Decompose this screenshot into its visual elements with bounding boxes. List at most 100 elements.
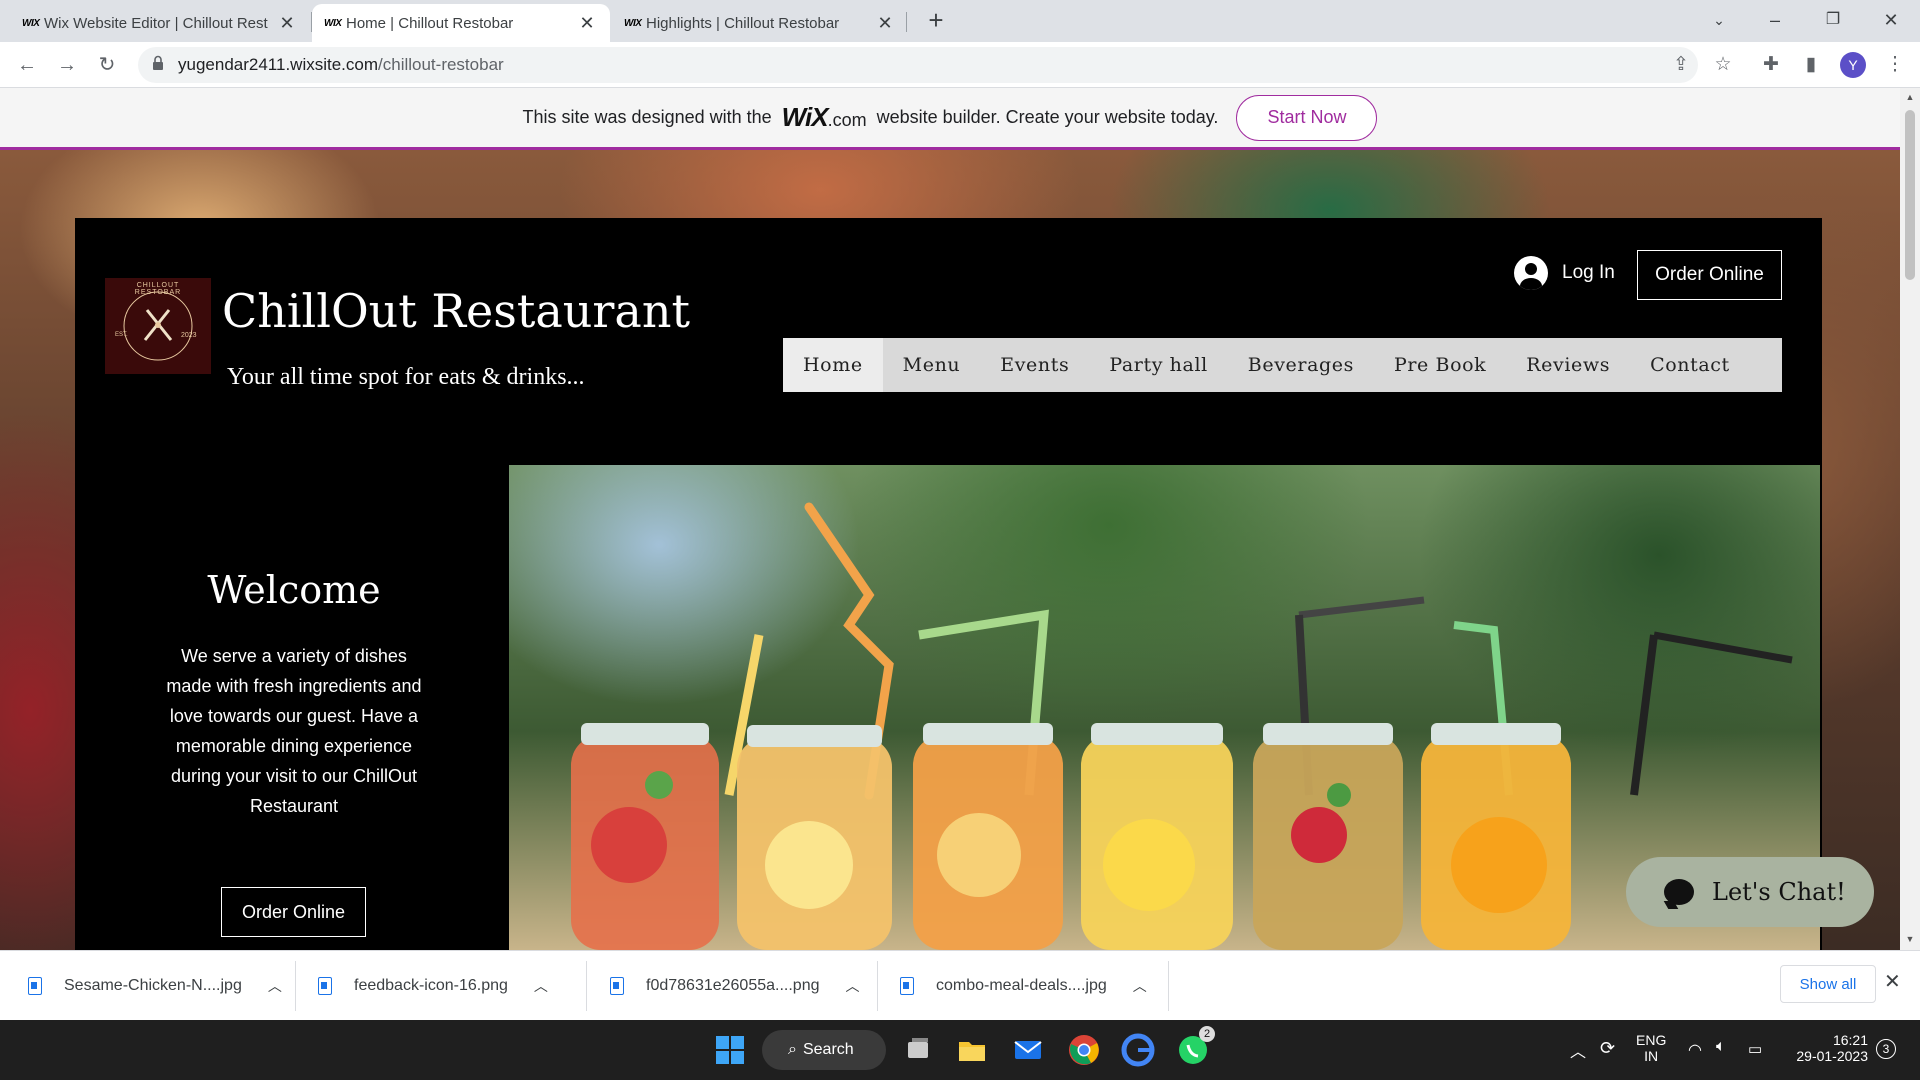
notification-count-badge[interactable]: 3 (1876, 1039, 1896, 1059)
restore-button[interactable]: ❐ (1804, 0, 1862, 42)
wix-ad-banner: This site was designed with the WiX.com … (0, 88, 1900, 150)
tab-highlights[interactable]: WIX Highlights | Chillout Restobar ✕ (612, 4, 908, 42)
nav-item-party-hall[interactable]: Party hall (1089, 338, 1227, 392)
download-item[interactable]: feedback-icon-16.png ︿ (318, 951, 548, 1021)
hero-drinks-image (509, 465, 1820, 950)
sync-icon[interactable]: ⟳ (1600, 1038, 1615, 1059)
wix-dotcom: .com (827, 110, 867, 130)
back-button[interactable]: ← (12, 50, 42, 80)
site-tagline: Your all time spot for eats & drinks... (227, 364, 585, 390)
order-online-header-button[interactable]: Order Online (1637, 250, 1782, 300)
region-code: IN (1644, 1048, 1659, 1064)
chat-bubble-icon (1664, 879, 1694, 905)
scroll-down-arrow-icon[interactable]: ▼ (1900, 934, 1920, 944)
chrome-icon[interactable] (1066, 1032, 1102, 1068)
tab-home[interactable]: WIX Home | Chillout Restobar ✕ (312, 4, 610, 42)
close-window-button[interactable]: ✕ (1862, 0, 1920, 42)
windows-taskbar: ⌕ Search 2 ︿ ⟳ ENG IN ◠ 🔈︎ ▭ 16:21 29-01… (0, 1020, 1920, 1080)
file-explorer-icon[interactable] (954, 1032, 990, 1068)
whatsapp-icon[interactable]: 2 (1175, 1026, 1215, 1068)
nav-item-contact[interactable]: Contact (1630, 338, 1750, 392)
close-tab-icon[interactable]: ✕ (276, 13, 298, 34)
profile-avatar[interactable]: Y (1840, 52, 1866, 78)
tab-title: Highlights | Chillout Restobar (646, 14, 840, 32)
logo-year: 2023 (181, 332, 197, 339)
volume-icon[interactable]: 🔈︎ (1716, 1038, 1726, 1056)
windows-start-icon[interactable] (712, 1032, 748, 1068)
minimize-button[interactable]: – (1746, 0, 1804, 42)
forward-button[interactable]: → (52, 50, 82, 80)
address-toolbar: ← → ↻ yugendar2411.wixsite.com/chillout-… (0, 42, 1920, 88)
wifi-icon[interactable]: ◠ (1688, 1040, 1702, 1060)
nav-item-home[interactable]: Home (783, 338, 883, 392)
restaurant-logo[interactable]: CHILLOUT RESTOBAR EST. 2023 (105, 278, 211, 374)
nav-item-pre-book[interactable]: Pre Book (1374, 338, 1506, 392)
banner-text-before: This site was designed with the (522, 107, 772, 127)
chevron-up-icon[interactable]: ︿ (534, 976, 548, 996)
site-title[interactable]: ChillOut Restaurant (222, 284, 690, 338)
mail-icon[interactable] (1010, 1032, 1046, 1068)
language-code: ENG (1636, 1032, 1667, 1048)
language-indicator[interactable]: ENG IN (1636, 1032, 1666, 1064)
chevron-up-icon[interactable]: ︿ (1133, 976, 1147, 996)
show-hidden-icons-chevron[interactable]: ︿ (1570, 1038, 1586, 1062)
new-tab-button[interactable]: + (920, 4, 952, 36)
scrollbar-thumb[interactable] (1905, 110, 1915, 280)
wix-favicon-icon: WIX (22, 17, 40, 29)
file-icon (318, 977, 332, 995)
chevron-up-icon[interactable]: ︿ (268, 976, 282, 996)
google-app-icon[interactable] (1120, 1032, 1156, 1068)
download-item[interactable]: combo-meal-deals....jpg ︿ (900, 951, 1147, 1021)
show-all-downloads-button[interactable]: Show all (1780, 965, 1876, 1003)
bookmark-star-icon[interactable]: ☆ (1708, 50, 1738, 80)
mason-jar-drinks-illustration (571, 502, 1793, 950)
battery-icon[interactable]: ▭ (1748, 1040, 1762, 1058)
close-downloads-bar-icon[interactable]: ✕ (1884, 969, 1901, 994)
reload-button[interactable]: ↻ (92, 50, 122, 80)
login-label: Log In (1562, 262, 1615, 283)
nav-item-events[interactable]: Events (980, 338, 1089, 392)
omnibox[interactable]: yugendar2411.wixsite.com/chillout-restob… (138, 47, 1698, 83)
wix-logo: WiX.com (782, 102, 867, 133)
share-icon[interactable]: ⇪ (1666, 50, 1696, 80)
task-view-icon[interactable] (900, 1032, 936, 1068)
close-tab-icon[interactable]: ✕ (576, 13, 598, 34)
tab-separator (906, 12, 907, 32)
download-separator (877, 961, 878, 1011)
login-link[interactable]: Log In (1514, 256, 1615, 290)
order-online-button[interactable]: Order Online (221, 887, 366, 937)
user-avatar-icon (1514, 256, 1548, 290)
lock-icon (153, 55, 163, 70)
download-filename: Sesame-Chicken-N....jpg (64, 977, 242, 994)
extensions-puzzle-icon[interactable]: ✚ (1756, 50, 1786, 80)
downloads-bar: Sesame-Chicken-N....jpg ︿ feedback-icon-… (0, 950, 1920, 1020)
side-panel-icon[interactable]: ▮ (1796, 50, 1826, 80)
taskbar-search[interactable]: ⌕ Search (762, 1030, 886, 1070)
start-now-button[interactable]: Start Now (1236, 94, 1378, 141)
file-icon (900, 977, 914, 995)
welcome-heading: Welcome (207, 568, 381, 612)
file-icon (610, 977, 624, 995)
kebab-menu-icon[interactable]: ⋮ (1880, 50, 1910, 80)
download-filename: combo-meal-deals....jpg (936, 977, 1107, 994)
tab-title: Home | Chillout Restobar (346, 14, 514, 32)
main-nav-menu: Home Menu Events Party hall Beverages Pr… (783, 338, 1782, 392)
tab-search-chevron-icon[interactable]: ⌄ (1690, 0, 1748, 42)
nav-item-beverages[interactable]: Beverages (1228, 338, 1374, 392)
tab-wix-editor[interactable]: WIX Wix Website Editor | Chillout Rest ✕ (10, 4, 310, 42)
url-path: /chillout-restobar (378, 55, 504, 74)
clock[interactable]: 16:21 29-01-2023 (1788, 1032, 1868, 1064)
whatsapp-badge: 2 (1199, 1026, 1215, 1042)
clock-date: 29-01-2023 (1796, 1048, 1868, 1064)
banner-text-after: website builder. Create your website tod… (876, 107, 1219, 127)
browser-tab-bar: WIX Wix Website Editor | Chillout Rest ✕… (0, 0, 1920, 42)
nav-item-reviews[interactable]: Reviews (1506, 338, 1630, 392)
scroll-up-arrow-icon[interactable]: ▲ (1900, 92, 1920, 102)
lets-chat-button[interactable]: Let's Chat! (1626, 857, 1874, 927)
download-item[interactable]: Sesame-Chicken-N....jpg ︿ (28, 951, 282, 1021)
close-tab-icon[interactable]: ✕ (874, 13, 896, 34)
page-scrollbar[interactable]: ▲ ▼ (1900, 88, 1920, 950)
chevron-up-icon[interactable]: ︿ (846, 976, 860, 996)
download-item[interactable]: f0d78631e26055a....png ︿ (610, 951, 860, 1021)
nav-item-menu[interactable]: Menu (883, 338, 981, 392)
